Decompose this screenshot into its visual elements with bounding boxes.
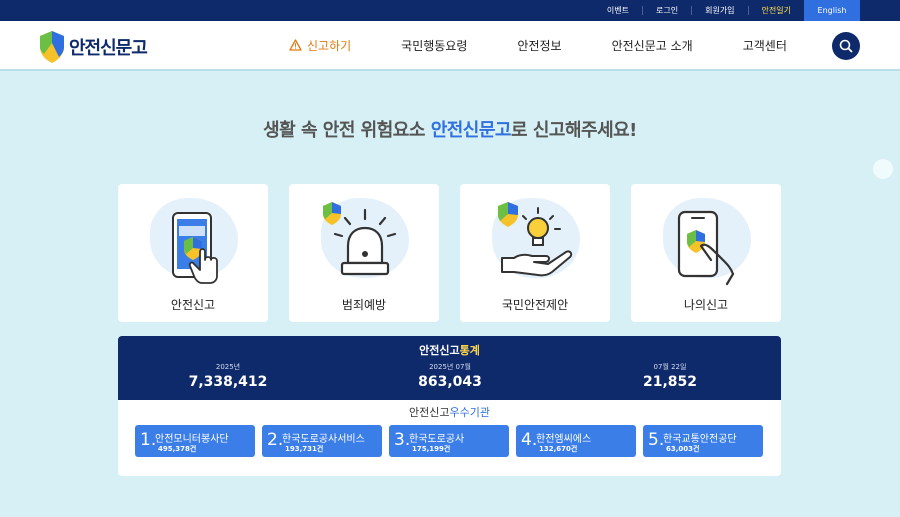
org-count: 132,670건 bbox=[539, 445, 578, 453]
card-label: 안전신고 bbox=[170, 298, 216, 312]
top-utility-bar: 이벤트 로그인 회원가입 안전일기 English bbox=[0, 0, 900, 21]
stats-header: 안전신고통계 2025년 7,338,412 2025년 07월 863,043… bbox=[118, 336, 781, 400]
logo-text: 안전신문고 bbox=[69, 38, 148, 59]
nav-about[interactable]: 안전신문고 소개 bbox=[612, 37, 693, 54]
nav-action-guide[interactable]: 국민행동요령 bbox=[401, 37, 467, 54]
decorative-bubble bbox=[873, 159, 893, 179]
shield-logo-icon bbox=[40, 31, 64, 63]
nav-report[interactable]: 신고하기 bbox=[289, 37, 351, 54]
hero-headline: 생활 속 안전 위험요소 안전신문고로 신고해주세요! bbox=[0, 116, 900, 142]
phone-hand-icon bbox=[677, 210, 735, 286]
siren-icon bbox=[323, 202, 397, 276]
org-title-accent: 우수기관 bbox=[449, 406, 490, 419]
safety-diary-link[interactable]: 안전일기 bbox=[749, 5, 804, 16]
stat-value: 863,043 bbox=[418, 374, 482, 390]
card-safety-report[interactable]: 안전신고 bbox=[118, 184, 268, 322]
card-label: 국민안전제안 bbox=[501, 298, 569, 312]
org-name: 한국도로공사 bbox=[409, 434, 465, 445]
stat-caption: 07월 22일 bbox=[653, 363, 687, 371]
nav-label: 신고하기 bbox=[307, 38, 352, 53]
org-rank: 5. bbox=[648, 430, 665, 450]
org-item[interactable]: 1. 안전모니터봉사단 495,378건 bbox=[135, 425, 255, 457]
org-item[interactable]: 5. 한국교통안전공단 63,003건 bbox=[643, 425, 763, 457]
headline-accent: 안전신문고 bbox=[430, 120, 512, 141]
signup-link[interactable]: 회원가입 bbox=[692, 5, 747, 16]
card-safety-proposal[interactable]: 국민안전제안 bbox=[460, 184, 610, 322]
org-count: 175,199건 bbox=[412, 445, 451, 453]
org-count: 63,003건 bbox=[666, 445, 700, 453]
org-item[interactable]: 3. 한국도로공사 175,199건 bbox=[389, 425, 509, 457]
report-stats-panel: 안전신고통계 2025년 7,338,412 2025년 07월 863,043… bbox=[118, 336, 781, 476]
english-button[interactable]: English bbox=[804, 0, 860, 21]
stat-caption: 2025년 07월 bbox=[429, 363, 471, 371]
org-rank: 2. bbox=[267, 430, 284, 450]
nav-safety-info[interactable]: 안전정보 bbox=[517, 37, 561, 54]
org-name: 한국교통안전공단 bbox=[663, 434, 737, 445]
warning-icon bbox=[289, 39, 302, 51]
card-my-reports[interactable]: 나의신고 bbox=[631, 184, 781, 322]
top-orgs-title: 안전신고우수기관 bbox=[118, 404, 781, 420]
stat-value: 7,338,412 bbox=[188, 374, 268, 390]
org-rank: 1. bbox=[140, 430, 157, 450]
headline-prefix: 생활 속 안전 위험요소 bbox=[263, 120, 431, 141]
event-link[interactable]: 이벤트 bbox=[594, 5, 642, 16]
phone-tap-icon bbox=[172, 212, 218, 284]
org-title-prefix: 안전신고 bbox=[409, 406, 450, 419]
org-rank: 4. bbox=[521, 430, 538, 450]
stats-title: 안전신고통계 bbox=[118, 342, 781, 358]
org-count: 495,378건 bbox=[158, 445, 197, 453]
org-item[interactable]: 2. 한국도로공사서비스 193,731건 bbox=[262, 425, 382, 457]
org-item[interactable]: 4. 한전엠씨에스 132,670건 bbox=[516, 425, 636, 457]
card-label: 범죄예방 bbox=[341, 298, 387, 312]
site-header: 안전신문고 신고하기 국민행동요령 안전정보 안전신문고 소개 고객센터 bbox=[0, 21, 900, 71]
org-name: 안전모니터봉사단 bbox=[155, 434, 229, 445]
top-orgs-list: 1. 안전모니터봉사단 495,378건 2. 한국도로공사서비스 193,73… bbox=[135, 425, 763, 457]
org-rank: 3. bbox=[394, 430, 411, 450]
stat-value: 21,852 bbox=[642, 374, 698, 390]
lightbulb-hand-icon bbox=[498, 202, 573, 277]
org-count: 193,731건 bbox=[285, 445, 324, 453]
utility-links: 이벤트 로그인 회원가입 안전일기 English bbox=[594, 0, 860, 21]
stats-title-prefix: 안전신고 bbox=[419, 344, 460, 357]
org-name: 한국도로공사서비스 bbox=[282, 434, 365, 445]
search-icon bbox=[839, 39, 853, 53]
main-nav: 신고하기 국민행동요령 안전정보 안전신문고 소개 고객센터 bbox=[289, 21, 837, 69]
login-link[interactable]: 로그인 bbox=[643, 5, 691, 16]
card-crime-prevention[interactable]: 범죄예방 bbox=[289, 184, 439, 322]
stat-daily: 07월 22일 21,852 bbox=[630, 362, 710, 390]
site-logo[interactable]: 안전신문고 bbox=[38, 30, 148, 64]
stat-monthly: 2025년 07월 863,043 bbox=[410, 362, 490, 390]
search-button[interactable] bbox=[832, 32, 860, 60]
org-name: 한전엠씨에스 bbox=[536, 434, 592, 445]
stats-title-accent: 통계 bbox=[459, 344, 480, 357]
headline-suffix: 로 신고해주세요! bbox=[511, 120, 637, 141]
stat-yearly: 2025년 7,338,412 bbox=[188, 362, 268, 390]
stat-caption: 2025년 bbox=[215, 363, 241, 371]
card-label: 나의신고 bbox=[683, 298, 729, 312]
nav-customer-center[interactable]: 고객센터 bbox=[743, 37, 787, 54]
